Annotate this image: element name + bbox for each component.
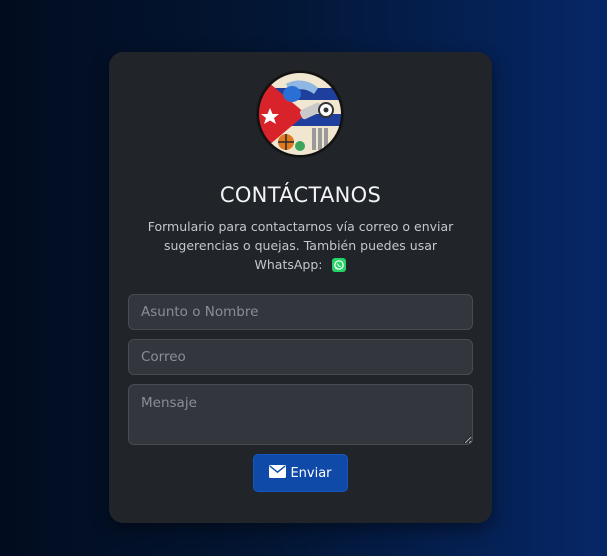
- whatsapp-icon[interactable]: [332, 258, 347, 272]
- send-button-label: Enviar: [290, 465, 332, 481]
- contact-card: CONTÁCTANOS Formulario para contactarnos…: [109, 52, 492, 523]
- send-button[interactable]: Enviar: [253, 454, 348, 492]
- description: Formulario para contactarnos vía correo …: [129, 217, 472, 274]
- page-title: CONTÁCTANOS: [219, 183, 382, 207]
- email-field[interactable]: [128, 339, 473, 375]
- message-textarea[interactable]: [128, 384, 473, 445]
- logo: [256, 70, 344, 158]
- subject-input[interactable]: [128, 294, 473, 330]
- envelope-icon: [269, 464, 287, 482]
- description-text: Formulario para contactarnos vía correo …: [147, 219, 454, 272]
